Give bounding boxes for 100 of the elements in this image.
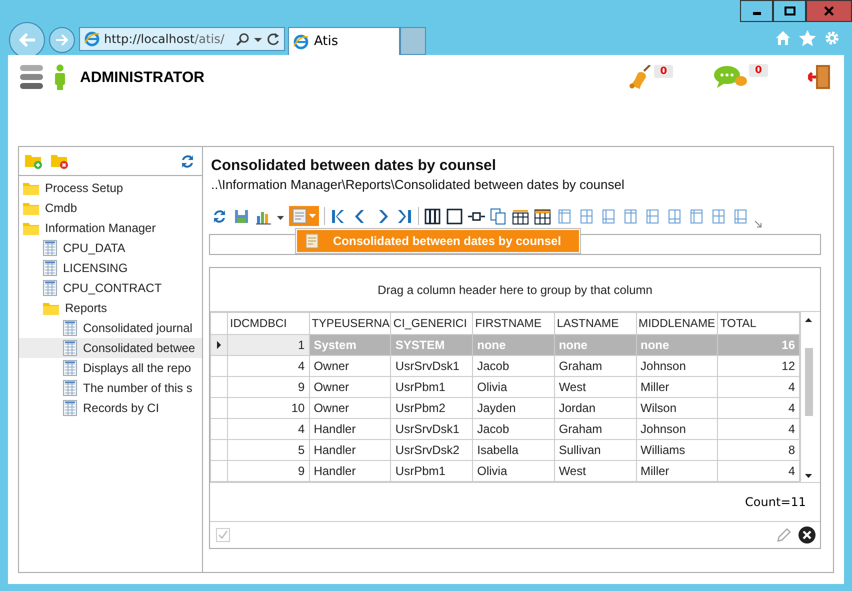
table-cell: none: [472, 334, 554, 356]
menu-icon[interactable]: [20, 64, 44, 90]
refresh-icon[interactable]: [211, 208, 228, 224]
report-title: Consolidated between dates by counsel: [211, 157, 498, 174]
address-field[interactable]: http://localhost/atis/: [79, 27, 285, 51]
folder-icon: [23, 202, 39, 214]
search-icon[interactable]: [236, 32, 250, 46]
table-cell: Jacob: [472, 356, 554, 376]
scroll-thumb[interactable]: [805, 348, 813, 416]
close-icon[interactable]: [798, 526, 816, 544]
tree-item[interactable]: Reports: [19, 298, 202, 318]
star-icon[interactable]: [799, 30, 816, 46]
exit-door-icon[interactable]: [808, 64, 832, 90]
pencil-icon[interactable]: [776, 527, 792, 543]
save-icon[interactable]: [233, 208, 250, 224]
scroll-up-icon[interactable]: [805, 318, 812, 322]
table-cell: Wilson: [636, 398, 718, 418]
maximize-icon: [784, 6, 796, 16]
chat-icon[interactable]: [713, 64, 748, 90]
table-cell: 9: [228, 376, 310, 398]
last-page-icon[interactable]: [396, 208, 413, 224]
maximize-button[interactable]: [773, 0, 806, 22]
grid-option-icon[interactable]: [666, 208, 683, 224]
grid-option-icon[interactable]: [644, 208, 661, 224]
grid-option-icon[interactable]: [556, 208, 573, 224]
copy-icon[interactable]: [490, 208, 507, 224]
back-arrow-icon: [17, 31, 37, 49]
forward-button[interactable]: [49, 27, 75, 53]
grid-option-icon[interactable]: [600, 208, 617, 224]
tree-item[interactable]: Information Manager: [19, 218, 202, 238]
folder-icon: [23, 222, 39, 234]
grid-option-icon[interactable]: [688, 208, 705, 224]
table-icon: [43, 280, 57, 296]
table-cell: Handler: [309, 460, 391, 482]
tree-item[interactable]: Process Setup: [19, 178, 202, 198]
tree-item[interactable]: Consolidated journal: [19, 318, 202, 338]
scroll-down-icon[interactable]: [805, 474, 812, 478]
folder-icon: [23, 182, 39, 194]
frame-icon[interactable]: [446, 208, 463, 224]
table-cell: Jordan: [554, 398, 636, 418]
tree-item[interactable]: LICENSING: [19, 258, 202, 278]
table-cell: 4: [228, 356, 310, 376]
notification-count: 0: [749, 64, 768, 77]
row-indicator[interactable]: [210, 334, 228, 356]
table-cell: 8: [718, 440, 800, 460]
grid-option-icon[interactable]: [578, 208, 595, 224]
table-cell: Olivia: [472, 460, 554, 482]
minimize-button[interactable]: [740, 0, 773, 22]
table-icon: [63, 400, 77, 416]
add-folder-icon[interactable]: [25, 153, 43, 169]
tree-item[interactable]: Cmdb: [19, 198, 202, 218]
report-icon: [292, 208, 307, 224]
table-cell: Jacob: [472, 418, 554, 440]
table-icon: [63, 360, 77, 376]
resize-corner-icon[interactable]: [754, 220, 762, 228]
table-cell: 16: [718, 334, 800, 356]
report-dropdown-button[interactable]: [289, 206, 319, 226]
forward-arrow-icon: [55, 34, 69, 46]
grid-icon[interactable]: [512, 208, 529, 224]
close-icon: [824, 6, 834, 16]
table-cell: West: [554, 460, 636, 482]
back-button[interactable]: [9, 22, 45, 58]
refresh-icon[interactable]: [266, 32, 280, 46]
row-pointer-icon: [215, 340, 223, 350]
tree-item[interactable]: CPU_CONTRACT: [19, 278, 202, 298]
table-cell: UsrSrvDsk1: [390, 418, 473, 440]
tree-item[interactable]: Displays all the repo: [19, 358, 202, 378]
grid-option-icon[interactable]: [622, 208, 639, 224]
columns-icon[interactable]: [424, 208, 441, 224]
table-cell: Johnson: [636, 356, 718, 376]
tree-item[interactable]: CPU_DATA: [19, 238, 202, 258]
tree-item[interactable]: Records by CI: [19, 398, 202, 418]
grid-option-icon[interactable]: [732, 208, 749, 224]
table-cell: Owner: [309, 356, 391, 376]
table-cell: 9: [228, 460, 310, 482]
folder-icon: [43, 302, 59, 314]
table-cell: 4: [718, 460, 800, 482]
table-icon: [63, 340, 77, 356]
grid-icon[interactable]: [534, 208, 551, 224]
table-cell: Williams: [636, 440, 718, 460]
table-cell: 5: [228, 440, 310, 460]
browser-logo-icon: [84, 31, 100, 47]
table-cell: Handler: [309, 418, 391, 440]
table-cell: UsrPbm1: [390, 376, 473, 398]
delete-folder-icon[interactable]: [51, 153, 69, 169]
table-cell: 4: [718, 376, 800, 398]
grid-option-icon[interactable]: [710, 208, 727, 224]
table-cell: Isabella: [472, 440, 554, 460]
tree-item[interactable]: Consolidated betwee: [19, 338, 202, 358]
close-button[interactable]: [806, 0, 852, 22]
checkmark-icon[interactable]: [216, 528, 230, 542]
vertical-scrollbar[interactable]: [800, 312, 816, 482]
refresh-icon[interactable]: [179, 152, 196, 170]
table-icon: [63, 320, 77, 336]
user-icon: [54, 64, 66, 90]
tree-item[interactable]: The number of this s: [19, 378, 202, 398]
browser-tab[interactable]: Atis: [288, 27, 400, 55]
table-cell: 4: [718, 398, 800, 418]
table-cell: none: [554, 334, 636, 356]
record-count: Count=11: [745, 495, 806, 509]
